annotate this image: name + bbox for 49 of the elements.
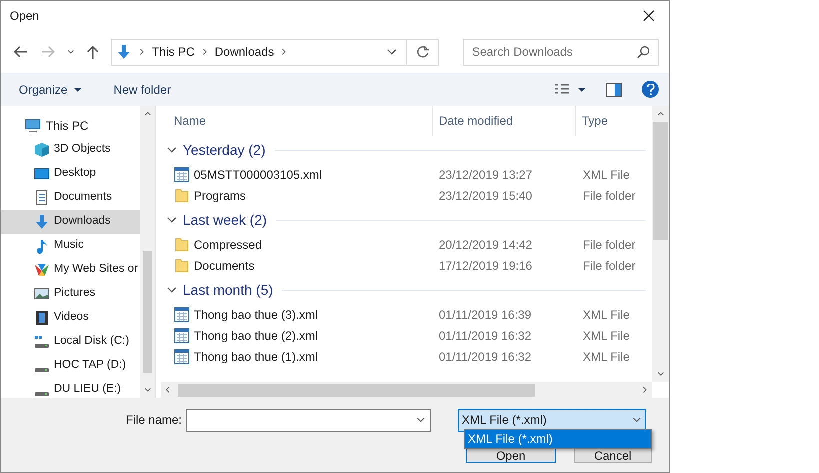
group-header[interactable]: Last month (5) <box>183 280 274 300</box>
breadcrumb[interactable]: Downloads <box>214 43 274 61</box>
address-bar[interactable]: This PC Downloads <box>111 38 440 66</box>
group-header[interactable]: Last week (2) <box>183 210 268 230</box>
file-name[interactable]: Compressed <box>194 236 262 254</box>
sidebar-item[interactable]: Videos <box>1 306 140 330</box>
file-name[interactable]: 05MSTT000003105.xml <box>194 166 322 184</box>
table-cell-text: XML File <box>582 348 630 366</box>
sidebar-item[interactable]: HOC TAP (D:) <box>1 354 140 378</box>
file-name[interactable]: Thong bao thue (1).xml <box>194 348 318 366</box>
table-cell-text: 23/12/2019 13:27 <box>438 166 534 184</box>
file-name-label: File name: <box>124 412 183 429</box>
new-folder-button[interactable]: New folder <box>110 78 176 102</box>
table-cell-text: 01/11/2019 16:39 <box>438 306 533 324</box>
table-cell-text: 23/12/2019 15:40 <box>438 188 534 204</box>
sidebar-item[interactable]: 3D Objects <box>1 138 140 162</box>
sidebar-item[interactable]: This PC <box>1 114 140 138</box>
column-header[interactable]: Name <box>161 106 433 136</box>
sidebar-item[interactable]: Pictures <box>1 282 140 306</box>
sidebar-item[interactable]: Music <box>1 234 140 258</box>
sidebar-item[interactable]: My Web Sites or <box>1 258 140 282</box>
table-cell-text: XML File <box>582 328 630 344</box>
organize-button[interactable]: Organize <box>11 78 90 102</box>
table-cell-text: File folder <box>582 236 636 254</box>
sidebar-item[interactable]: Downloads <box>1 210 140 234</box>
group-header[interactable]: Yesterday (2) <box>183 140 266 160</box>
file-name[interactable]: Thong bao thue (2).xml <box>194 326 318 344</box>
column-header[interactable]: Date modified <box>433 106 576 136</box>
table-cell-text: 17/12/2019 19:16 <box>438 258 534 274</box>
table-cell-text: XML File <box>582 306 630 324</box>
breadcrumb[interactable]: This PC <box>152 43 195 61</box>
table-cell-text: 20/12/2019 14:42 <box>438 236 534 254</box>
sidebar-item[interactable]: Local Disk (C:) <box>1 330 140 354</box>
column-header[interactable]: Type <box>576 112 608 130</box>
search-field[interactable]: Search Downloads <box>463 38 660 66</box>
file-type-dropdown[interactable]: XML File (*.xml) <box>458 408 646 432</box>
table-cell-text: 01/11/2019 16:32 <box>438 348 533 366</box>
sidebar-item[interactable]: Desktop <box>1 162 140 186</box>
dropdown-option[interactable]: XML File (*.xml) <box>465 430 651 448</box>
file-name[interactable]: Programs <box>194 186 246 204</box>
window-title: Open <box>10 8 40 25</box>
sidebar-item[interactable]: DU LIEU (E:) <box>1 378 140 402</box>
file-name[interactable]: Thong bao thue (3).xml <box>194 306 318 324</box>
table-cell-text: 01/11/2019 16:32 <box>438 328 533 344</box>
table-cell-text: File folder <box>582 188 636 204</box>
table-cell-text: XML File <box>582 166 630 184</box>
file-name[interactable]: Documents <box>194 256 255 274</box>
sidebar-item[interactable]: Documents <box>1 186 140 210</box>
table-cell-text: File folder <box>582 258 636 274</box>
